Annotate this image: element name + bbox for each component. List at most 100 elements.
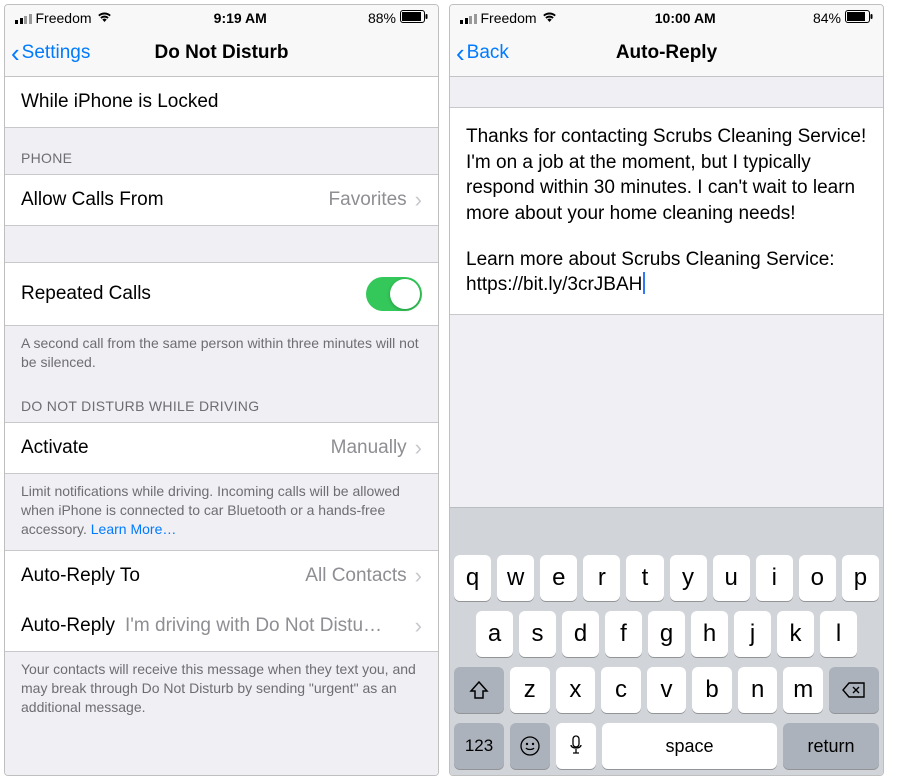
- battery-icon: [845, 10, 873, 26]
- key-w[interactable]: w: [497, 555, 534, 601]
- status-right: 88%: [368, 10, 428, 26]
- phone-dnd-settings: Freedom 9:19 AM 88% ‹ Settings Do Not Di…: [4, 4, 439, 776]
- key-e[interactable]: e: [540, 555, 577, 601]
- nav-bar: ‹ Back Auto-Reply: [450, 29, 883, 77]
- key-dictation[interactable]: [556, 723, 596, 769]
- toggle-switch-on[interactable]: [366, 277, 422, 311]
- wifi-icon: [541, 10, 558, 26]
- row-value: Favorites: [329, 189, 407, 211]
- row-allow-calls-from[interactable]: Allow Calls From Favorites ›: [5, 174, 438, 226]
- signal-icon: [15, 13, 32, 24]
- chevron-right-icon: ›: [415, 615, 422, 637]
- row-autoreply[interactable]: Auto-Reply I'm driving with Do Not Distu…: [5, 601, 438, 652]
- chevron-right-icon: ›: [415, 565, 422, 587]
- status-bar: Freedom 9:19 AM 88%: [5, 5, 438, 29]
- status-left: Freedom: [15, 10, 113, 26]
- keyboard-row-3: zxcvbnm: [454, 667, 879, 713]
- key-shift[interactable]: [454, 667, 504, 713]
- settings-body[interactable]: While iPhone is Locked Phone Allow Calls…: [5, 77, 438, 775]
- footer-text: Limit notifications while driving. Incom…: [21, 483, 400, 537]
- key-emoji[interactable]: [510, 723, 550, 769]
- editor-area: Thanks for contacting Scrubs Cleaning Se…: [450, 77, 883, 775]
- battery-percent: 88%: [368, 10, 396, 26]
- editor-paragraph: Thanks for contacting Scrubs Cleaning Se…: [466, 124, 867, 227]
- row-label: Activate: [21, 437, 89, 459]
- key-y[interactable]: y: [670, 555, 707, 601]
- key-j[interactable]: j: [734, 611, 771, 657]
- back-label: Back: [467, 42, 509, 64]
- learn-more-link[interactable]: Learn More…: [91, 521, 177, 537]
- status-bar: Freedom 10:00 AM 84%: [450, 5, 883, 29]
- row-while-locked[interactable]: While iPhone is Locked: [5, 77, 438, 128]
- key-a[interactable]: a: [476, 611, 513, 657]
- key-i[interactable]: i: [756, 555, 793, 601]
- editor-paragraph: Learn more about Scrubs Cleaning Service…: [466, 247, 867, 298]
- key-x[interactable]: x: [556, 667, 596, 713]
- key-g[interactable]: g: [648, 611, 685, 657]
- key-return[interactable]: return: [783, 723, 879, 769]
- key-l[interactable]: l: [820, 611, 857, 657]
- row-label: While iPhone is Locked: [21, 91, 219, 113]
- key-m[interactable]: m: [783, 667, 823, 713]
- section-header-driving: Do Not Disturb While Driving: [5, 384, 438, 422]
- section-footer-activate: Limit notifications while driving. Incom…: [5, 474, 438, 551]
- key-b[interactable]: b: [692, 667, 732, 713]
- row-value: Manually: [331, 437, 407, 459]
- key-mode-123[interactable]: 123: [454, 723, 504, 769]
- key-t[interactable]: t: [626, 555, 663, 601]
- key-o[interactable]: o: [799, 555, 836, 601]
- row-label: Auto-Reply: [21, 615, 115, 637]
- key-space[interactable]: space: [602, 723, 777, 769]
- key-f[interactable]: f: [605, 611, 642, 657]
- key-p[interactable]: p: [842, 555, 879, 601]
- battery-percent: 84%: [813, 10, 841, 26]
- keyboard: qwertyuiop asdfghjkl zxcvbnm 123: [450, 549, 883, 775]
- carrier-label: Freedom: [36, 10, 92, 26]
- chevron-right-icon: ›: [415, 189, 422, 211]
- status-left: Freedom: [460, 10, 558, 26]
- key-s[interactable]: s: [519, 611, 556, 657]
- wifi-icon: [96, 10, 113, 26]
- page-title: Auto-Reply: [616, 42, 717, 64]
- status-time: 10:00 AM: [655, 10, 716, 26]
- status-right: 84%: [813, 10, 873, 26]
- key-backspace[interactable]: [829, 667, 879, 713]
- key-u[interactable]: u: [713, 555, 750, 601]
- key-z[interactable]: z: [510, 667, 550, 713]
- section-footer-autoreply: Your contacts will receive this message …: [5, 652, 438, 729]
- chevron-right-icon: ›: [415, 437, 422, 459]
- back-label: Settings: [22, 42, 91, 64]
- row-label: Allow Calls From: [21, 189, 164, 211]
- chevron-left-icon: ‹: [456, 40, 465, 66]
- key-c[interactable]: c: [601, 667, 641, 713]
- signal-icon: [460, 13, 477, 24]
- keyboard-row-1: qwertyuiop: [454, 555, 879, 601]
- keyboard-row-2: asdfghjkl: [454, 611, 879, 657]
- battery-icon: [400, 10, 428, 26]
- key-q[interactable]: q: [454, 555, 491, 601]
- row-activate[interactable]: Activate Manually ›: [5, 422, 438, 474]
- row-label: Auto-Reply To: [21, 565, 140, 587]
- carrier-label: Freedom: [481, 10, 537, 26]
- key-v[interactable]: v: [647, 667, 687, 713]
- section-footer-repeated: A second call from the same person withi…: [5, 326, 438, 384]
- back-button[interactable]: ‹ Back: [456, 29, 509, 76]
- row-value: I'm driving with Do Not Distu…: [125, 615, 399, 637]
- row-repeated-calls[interactable]: Repeated Calls: [5, 262, 438, 326]
- autoreply-text-input[interactable]: Thanks for contacting Scrubs Cleaning Se…: [450, 107, 883, 315]
- row-value: All Contacts: [305, 565, 406, 587]
- keyboard-suggestions-bar[interactable]: [450, 507, 883, 549]
- key-k[interactable]: k: [777, 611, 814, 657]
- chevron-left-icon: ‹: [11, 40, 20, 66]
- key-r[interactable]: r: [583, 555, 620, 601]
- status-time: 9:19 AM: [214, 10, 267, 26]
- row-autoreply-to[interactable]: Auto-Reply To All Contacts ›: [5, 550, 438, 602]
- section-header-phone: Phone: [5, 128, 438, 174]
- phone-autoreply-editor: Freedom 10:00 AM 84% ‹ Back Auto-Reply T…: [449, 4, 884, 776]
- key-d[interactable]: d: [562, 611, 599, 657]
- key-n[interactable]: n: [738, 667, 778, 713]
- back-button[interactable]: ‹ Settings: [11, 29, 90, 76]
- key-h[interactable]: h: [691, 611, 728, 657]
- keyboard-row-4: 123 space return: [454, 723, 879, 769]
- row-label: Repeated Calls: [21, 283, 151, 305]
